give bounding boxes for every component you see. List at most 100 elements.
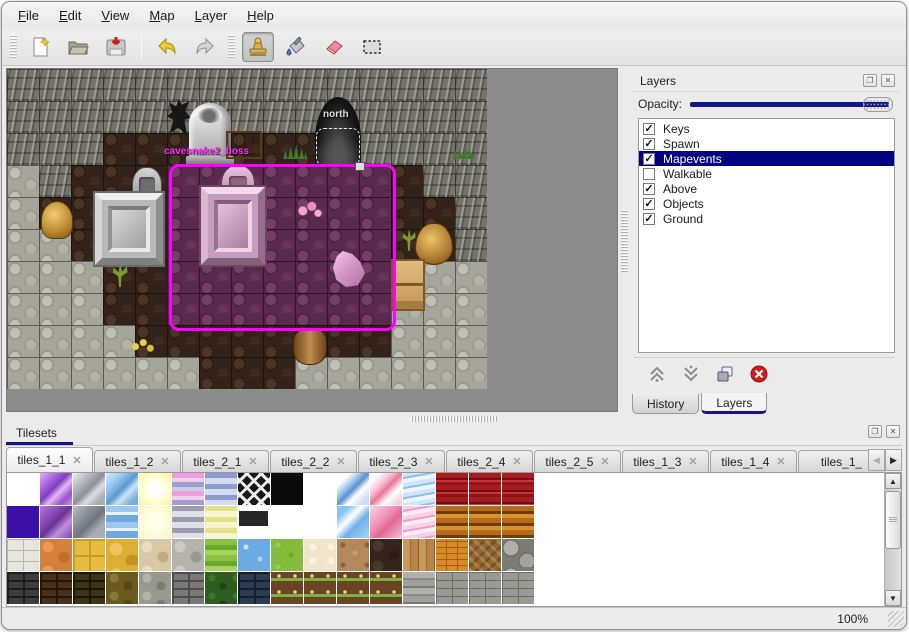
map-tile[interactable] <box>71 325 103 357</box>
palette-tile-hedge[interactable] <box>205 572 237 604</box>
palette-tile-red-curtain[interactable] <box>502 473 534 505</box>
eraser-tool-button[interactable] <box>318 32 350 62</box>
rect-select-tool-button[interactable] <box>356 32 388 62</box>
palette-tile-pink-gem2[interactable] <box>370 506 402 538</box>
palette-tile-round-stones[interactable] <box>502 539 534 571</box>
undo-button[interactable] <box>151 32 183 62</box>
map-tile[interactable] <box>103 101 135 133</box>
map-tile[interactable] <box>327 357 359 389</box>
open-map-button[interactable] <box>62 32 94 62</box>
map-tile[interactable] <box>455 101 487 133</box>
palette-scrollbar[interactable]: ▲ ▼ <box>884 473 901 606</box>
map-tile[interactable] <box>359 357 391 389</box>
map-tile[interactable] <box>167 357 199 389</box>
close-tab-icon[interactable]: ✕ <box>248 455 257 468</box>
palette-tile-pale-yellow[interactable] <box>139 506 171 538</box>
map-tile[interactable] <box>359 133 391 165</box>
palette-tile-black[interactable] <box>271 473 303 505</box>
map-tile[interactable] <box>327 69 359 101</box>
map-tile[interactable] <box>263 101 295 133</box>
map-tile[interactable] <box>423 293 455 325</box>
close-tab-icon[interactable]: ✕ <box>776 455 785 468</box>
palette-tile-orange-cobble[interactable] <box>40 539 72 571</box>
map-tile[interactable] <box>71 293 103 325</box>
palette-tile-basket-weave[interactable] <box>436 539 468 571</box>
palette-tile-rust-stripes[interactable] <box>502 506 534 538</box>
tileset-tab-tiles_1_1[interactable]: tiles_1_1✕ <box>6 447 93 472</box>
vertical-splitter[interactable] <box>618 68 630 414</box>
close-tab-icon[interactable]: ✕ <box>600 455 609 468</box>
close-tab-icon[interactable]: ✕ <box>424 455 433 468</box>
palette-tile-blue-gem2[interactable] <box>337 473 369 505</box>
scroll-tabs-left-button[interactable]: ◀ <box>868 449 885 471</box>
map-tile[interactable] <box>423 357 455 389</box>
opacity-slider-handle[interactable] <box>863 97 893 112</box>
map-tile[interactable] <box>455 325 487 357</box>
palette-tile-red-curtain[interactable] <box>436 473 468 505</box>
horizontal-splitter[interactable] <box>2 414 906 423</box>
menu-file[interactable]: File <box>8 4 49 27</box>
scrollbar-thumb[interactable] <box>885 491 901 549</box>
scroll-up-button[interactable]: ▲ <box>885 473 901 489</box>
map-tile[interactable] <box>7 101 39 133</box>
map-tile[interactable] <box>7 357 39 389</box>
palette-tile-indigo[interactable] <box>7 506 39 538</box>
resize-grip[interactable] <box>888 611 904 627</box>
map-tile[interactable] <box>39 133 71 165</box>
palette-tile-farm[interactable] <box>304 572 336 604</box>
layer-visibility-checkbox[interactable]: ✓ <box>643 123 655 135</box>
map-tile[interactable] <box>263 69 295 101</box>
map-tile[interactable] <box>199 357 231 389</box>
layer-row-keys[interactable]: ✓Keys <box>639 121 894 136</box>
map-tile[interactable] <box>7 197 39 229</box>
palette-tile-gray-brick[interactable] <box>172 572 204 604</box>
palette-tile-lt-gray-brick[interactable] <box>436 572 468 604</box>
map-tile[interactable] <box>135 101 167 133</box>
map-tile[interactable] <box>391 357 423 389</box>
splitter-grip[interactable] <box>621 210 628 272</box>
float-panel-icon[interactable]: ❐ <box>863 74 877 87</box>
palette-tile-sand[interactable] <box>304 539 336 571</box>
palette-tile-gray-cobble[interactable] <box>172 539 204 571</box>
close-tab-icon[interactable]: ✕ <box>336 455 345 468</box>
map-tile[interactable] <box>423 101 455 133</box>
palette-tile-wood-planks[interactable] <box>403 539 435 571</box>
close-panel-icon[interactable]: ✕ <box>886 425 900 438</box>
opacity-slider-track[interactable] <box>690 102 889 107</box>
duplicate-layer-button[interactable] <box>714 363 736 385</box>
layer-row-mapevents[interactable]: ✓Mapevents <box>639 151 894 166</box>
palette-tile-pink-gem[interactable] <box>370 473 402 505</box>
palette-tile-empty[interactable] <box>7 473 39 505</box>
tileset-tab-tiles_1_3[interactable]: tiles_1_3✕ <box>622 450 709 472</box>
palette-tile-navy-brick[interactable] <box>238 572 270 604</box>
map-tile[interactable] <box>71 133 103 165</box>
move-layer-down-button[interactable] <box>680 363 702 385</box>
map-tile[interactable] <box>391 325 423 357</box>
toolbar-drag-handle[interactable] <box>228 35 235 59</box>
map-tile[interactable] <box>135 357 167 389</box>
palette-tile-empty[interactable] <box>304 506 336 538</box>
map-object-flowers[interactable] <box>129 337 155 353</box>
new-map-button[interactable] <box>24 32 56 62</box>
palette-tile-gray-stone[interactable] <box>139 572 171 604</box>
palette-tile-pink-wave[interactable] <box>403 506 435 538</box>
map-tile[interactable] <box>359 69 391 101</box>
palette-tile-yellow-stripes[interactable] <box>205 506 237 538</box>
map-tile[interactable] <box>359 101 391 133</box>
scrollbar-track[interactable] <box>885 489 901 590</box>
close-tab-icon[interactable]: ✕ <box>72 454 81 467</box>
move-layer-up-button[interactable] <box>646 363 668 385</box>
map-tile[interactable] <box>135 133 167 165</box>
palette-tile-farm[interactable] <box>337 572 369 604</box>
float-panel-icon[interactable]: ❐ <box>868 425 882 438</box>
map-tile[interactable] <box>7 133 39 165</box>
map-tile[interactable] <box>103 293 135 325</box>
toolbar-drag-handle[interactable] <box>10 35 17 59</box>
map-tile[interactable] <box>7 261 39 293</box>
map-tile[interactable] <box>423 69 455 101</box>
splitter-grip[interactable] <box>411 416 497 422</box>
stamp-tool-button[interactable] <box>242 32 274 62</box>
palette-tile-pink-stripes[interactable] <box>172 473 204 505</box>
map-canvas[interactable]: cavesnake2_bossnorth <box>7 69 487 389</box>
layer-row-objects[interactable]: ✓Objects <box>639 196 894 211</box>
